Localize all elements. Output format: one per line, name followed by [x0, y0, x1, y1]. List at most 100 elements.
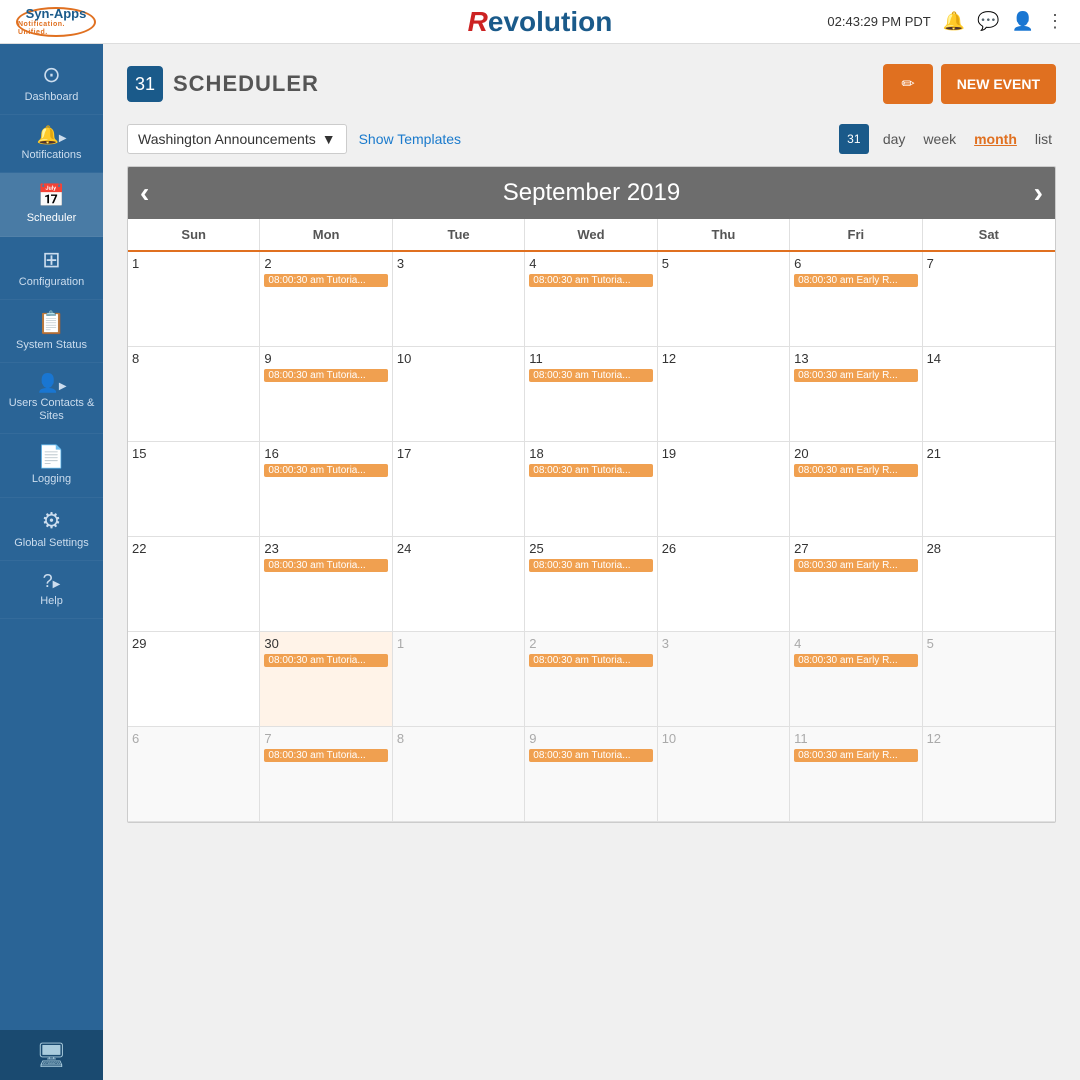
calendar-cell[interactable]: 2308:00:30 am Tutoria...	[260, 537, 392, 632]
list-view-button[interactable]: list	[1031, 129, 1056, 149]
calendar-cell[interactable]: 4 08:00:30 am Tutoria...	[525, 252, 657, 347]
calendar-cell[interactable]: 26	[658, 537, 790, 632]
calendar-dropdown[interactable]: Washington Announcements ▼	[127, 124, 347, 154]
calendar-cell[interactable]: 2008:00:30 am Early R...	[790, 442, 922, 537]
calendar-cell[interactable]: 208:00:30 am Tutoria...	[525, 632, 657, 727]
center-logo: Revolution	[468, 6, 613, 38]
sidebar-label-dashboard: Dashboard	[25, 91, 79, 104]
event-bar[interactable]: 08:00:30 am Early R...	[794, 464, 917, 477]
calendar-cell[interactable]: 27 08:00:30 am Early R...	[790, 537, 922, 632]
sidebar-item-logging[interactable]: 📄 Logging	[0, 434, 103, 497]
calendar-cell[interactable]: 6	[128, 727, 260, 822]
calendar-grid: 1208:00:30 am Tutoria...3408:00:30 am Tu…	[128, 252, 1055, 822]
sidebar-item-users-contacts-sites[interactable]: 👤▶ Users Contacts & Sites	[0, 363, 103, 434]
calendar-cell[interactable]: 5	[923, 632, 1055, 727]
event-bar[interactable]: 08:00:30 am Early R...	[794, 654, 917, 667]
calendar-cell[interactable]: 1308:00:30 am Early R...	[790, 347, 922, 442]
prev-month-button[interactable]: ‹	[140, 177, 149, 209]
logo-area: Syn-Apps Notification. Unified.	[16, 7, 96, 37]
sidebar-item-help[interactable]: ?▶ Help	[0, 561, 103, 619]
calendar-cell[interactable]: 1108:00:30 am Early R...	[790, 727, 922, 822]
calendar-cell[interactable]: 14	[923, 347, 1055, 442]
event-bar[interactable]: 08:00:30 am Tutoria...	[264, 654, 387, 667]
sidebar-item-configuration[interactable]: ⊞ Configuration	[0, 237, 103, 300]
calendar-cell[interactable]: 8	[128, 347, 260, 442]
event-bar[interactable]: 08:00:30 am Tutoria...	[529, 369, 652, 382]
calendar-cell[interactable]: 10	[393, 347, 525, 442]
event-bar[interactable]: 08:00:30 am Tutoria...	[264, 464, 387, 477]
calendar-cell[interactable]: 908:00:30 am Tutoria...	[260, 347, 392, 442]
sidebar-bottom-bar: 🖥	[0, 1030, 103, 1080]
day-view-button[interactable]: day	[879, 129, 910, 149]
sidebar-label-global-settings: Global Settings	[14, 537, 89, 550]
event-bar[interactable]: 08:00:30 am Tutoria...	[529, 274, 652, 287]
calendar-cell[interactable]: 1608:00:30 am Tutoria...	[260, 442, 392, 537]
calendar-cell[interactable]: 12	[658, 347, 790, 442]
day-number: 27	[794, 541, 917, 556]
calendar-cell[interactable]: 1	[128, 252, 260, 347]
event-bar[interactable]: 08:00:30 am Tutoria...	[264, 749, 387, 762]
calendar-cell[interactable]: 1108:00:30 am Tutoria...	[525, 347, 657, 442]
calendar-cell[interactable]: 29	[128, 632, 260, 727]
calendar-cell[interactable]: 8	[393, 727, 525, 822]
calendar-cell[interactable]: 25 08:00:30 am Tutoria...	[525, 537, 657, 632]
sidebar-item-system-status[interactable]: 📋 System Status	[0, 300, 103, 363]
next-month-button[interactable]: ›	[1034, 177, 1043, 209]
more-icon[interactable]: ⋮	[1046, 11, 1064, 32]
message-icon[interactable]: 💬	[977, 11, 999, 32]
day-number: 4	[529, 256, 652, 271]
calendar-cell[interactable]: 5	[658, 252, 790, 347]
day-number: 25	[529, 541, 652, 556]
calendar-cell[interactable]: 4 08:00:30 am Early R...	[790, 632, 922, 727]
calendar-cell[interactable]: 22	[128, 537, 260, 632]
sidebar-item-global-settings[interactable]: ⚙ Global Settings	[0, 498, 103, 561]
sidebar-item-dashboard[interactable]: ⊙ Dashboard	[0, 52, 103, 115]
show-templates-button[interactable]: Show Templates	[359, 131, 461, 147]
day-number: 4	[794, 636, 917, 651]
calendar-cell[interactable]: 708:00:30 am Tutoria...	[260, 727, 392, 822]
calendar-cell[interactable]: 12	[923, 727, 1055, 822]
new-event-button[interactable]: NEW EVENT	[941, 64, 1056, 104]
day-number: 21	[927, 446, 1051, 461]
event-bar[interactable]: 08:00:30 am Early R...	[794, 749, 917, 762]
event-bar[interactable]: 08:00:30 am Tutoria...	[264, 559, 387, 572]
calendar-cell[interactable]: 24	[393, 537, 525, 632]
calendar-cell[interactable]: 15	[128, 442, 260, 537]
event-bar[interactable]: 08:00:30 am Early R...	[794, 369, 917, 382]
user-icon[interactable]: 👤	[1012, 11, 1034, 32]
calendar-cell[interactable]: 608:00:30 am Early R...	[790, 252, 922, 347]
event-bar[interactable]: 08:00:30 am Tutoria...	[529, 559, 652, 572]
edit-button[interactable]: ✏	[883, 64, 932, 104]
week-view-button[interactable]: week	[919, 129, 960, 149]
sidebar-label-notifications: Notifications	[22, 149, 82, 162]
day-number: 19	[662, 446, 785, 461]
day-header-thu: Thu	[658, 219, 790, 250]
sidebar-item-notifications[interactable]: 🔔▶ Notifications	[0, 115, 103, 173]
calendar-cell[interactable]: 28	[923, 537, 1055, 632]
day-number: 30	[264, 636, 387, 651]
calendar-cell[interactable]: 17	[393, 442, 525, 537]
bell-header-icon[interactable]: 🔔	[943, 11, 965, 32]
event-bar[interactable]: 08:00:30 am Tutoria...	[529, 654, 652, 667]
calendar-cell[interactable]: 1808:00:30 am Tutoria...	[525, 442, 657, 537]
day-number: 10	[662, 731, 785, 746]
calendar-cell[interactable]: 30 08:00:30 am Tutoria...	[260, 632, 392, 727]
calendar-cell[interactable]: 3	[658, 632, 790, 727]
calendar-cell[interactable]: 1	[393, 632, 525, 727]
calendar-cell[interactable]: 21	[923, 442, 1055, 537]
calendar-cell[interactable]: 208:00:30 am Tutoria...	[260, 252, 392, 347]
calendar-cell[interactable]: 3	[393, 252, 525, 347]
month-view-button[interactable]: month	[970, 129, 1021, 149]
event-bar[interactable]: 08:00:30 am Early R...	[794, 274, 917, 287]
calendar-cell[interactable]: 7	[923, 252, 1055, 347]
event-bar[interactable]: 08:00:30 am Tutoria...	[264, 369, 387, 382]
calendar-cell[interactable]: 19	[658, 442, 790, 537]
event-bar[interactable]: 08:00:30 am Early R...	[794, 559, 917, 572]
event-bar[interactable]: 08:00:30 am Tutoria...	[529, 464, 652, 477]
sidebar-item-scheduler[interactable]: 📅 Scheduler	[0, 173, 103, 236]
calendar-cell[interactable]: 10	[658, 727, 790, 822]
calendar-cell[interactable]: 908:00:30 am Tutoria...	[525, 727, 657, 822]
monitor-icon[interactable]: 🖥	[36, 1041, 66, 1070]
event-bar[interactable]: 08:00:30 am Tutoria...	[529, 749, 652, 762]
event-bar[interactable]: 08:00:30 am Tutoria...	[264, 274, 387, 287]
